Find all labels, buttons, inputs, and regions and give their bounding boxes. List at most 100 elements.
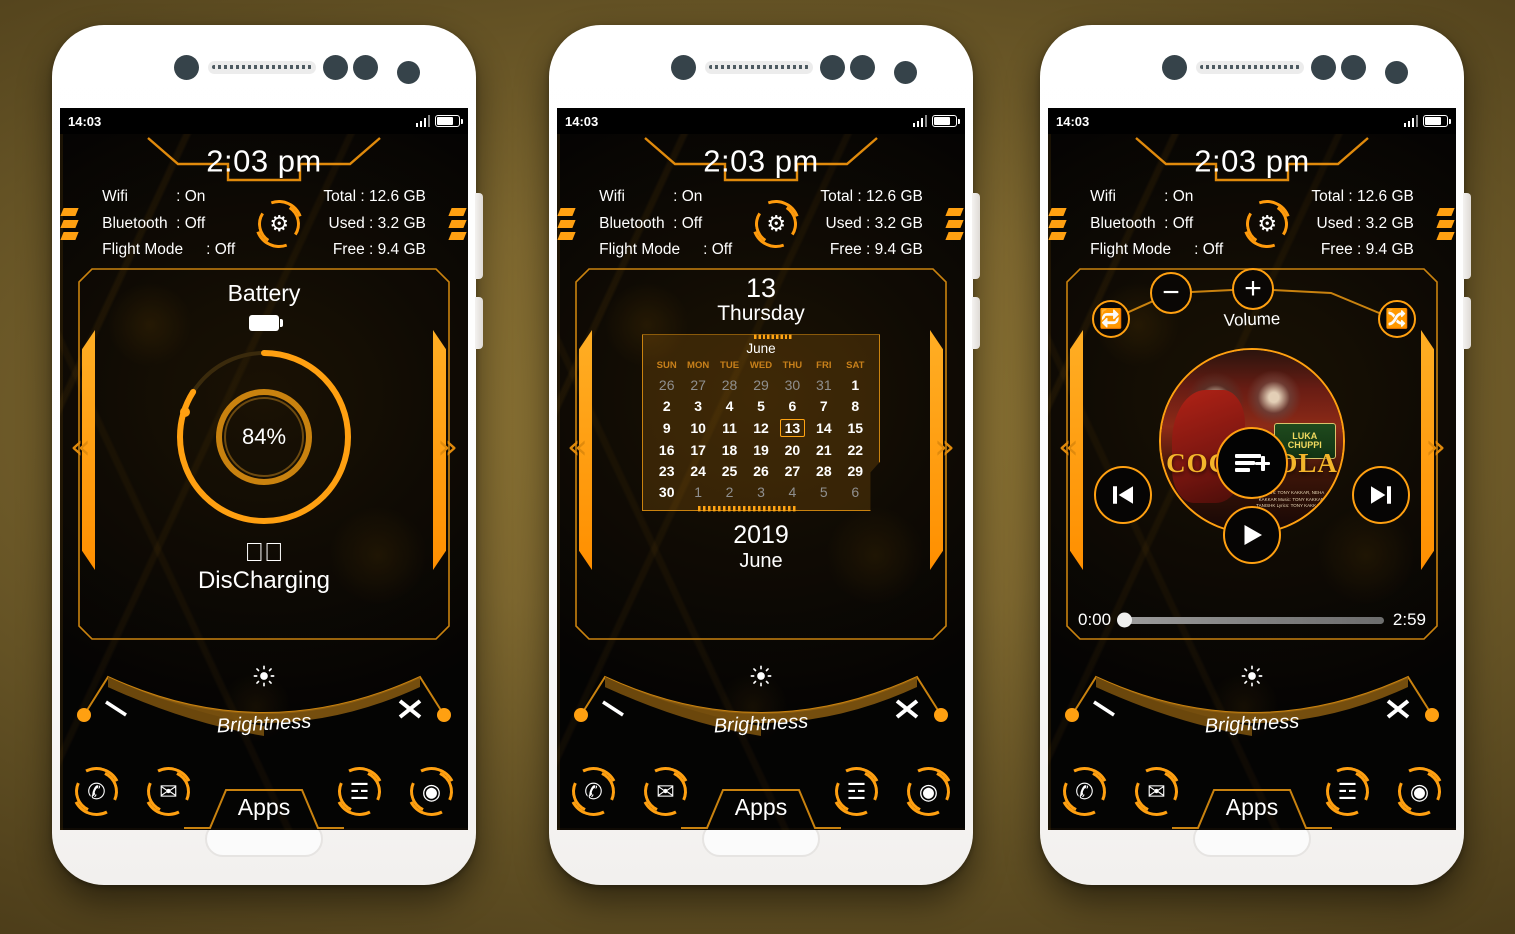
wifi-status[interactable]: Wifi: On xyxy=(599,184,732,211)
brightness-slider-1[interactable]: Brightness xyxy=(70,653,458,763)
calendar-day-cell[interactable]: 18 xyxy=(714,439,745,460)
brightness-slider-3[interactable]: Brightness xyxy=(1058,653,1446,763)
chrome-icon: ◉ xyxy=(421,778,442,804)
battery-gauge: 84% xyxy=(164,337,364,537)
calendar-day-cell[interactable]: 7 xyxy=(808,395,839,416)
playlist-button[interactable] xyxy=(1216,427,1288,499)
flight-mode-status[interactable]: Flight Mode: Off xyxy=(102,237,235,264)
calendar-day-cell[interactable]: 26 xyxy=(651,374,682,395)
calendar-day-cell[interactable]: 27 xyxy=(777,460,808,481)
previous-track-button[interactable] xyxy=(1094,466,1152,524)
calendar-day-cell[interactable]: 12 xyxy=(745,416,776,439)
calendar-grid-box[interactable]: June SUN MON TUE WED THU FRI SAT 26 27 28 29 30 31 1… xyxy=(642,334,880,512)
calendar-day-cell[interactable]: 29 xyxy=(745,374,776,395)
calendar-day-cell[interactable]: 9 xyxy=(651,416,682,439)
calendar-day-cell[interactable]: 4 xyxy=(714,395,745,416)
calendar-day-cell[interactable]: 2 xyxy=(714,481,745,502)
page-next-arrow[interactable]: » xyxy=(437,430,458,464)
calendar-day-cell[interactable]: 14 xyxy=(808,416,839,439)
battery-icon xyxy=(435,115,463,127)
settings-button[interactable]: ⚙ xyxy=(744,192,809,256)
dock-item-browser[interactable]: ◉ xyxy=(400,760,463,823)
repeat-button[interactable]: 🔁 xyxy=(1092,300,1130,338)
calendar-day-cell[interactable]: 21 xyxy=(808,439,839,460)
calendar-day-cell[interactable]: 6 xyxy=(840,481,871,502)
volume-up-hardware-button[interactable] xyxy=(475,193,483,279)
calendar-day-cell[interactable]: 6 xyxy=(777,395,808,416)
settings-button[interactable]: ⚙ xyxy=(1235,192,1300,256)
calendar-day-cell[interactable]: 28 xyxy=(714,374,745,395)
calendar-day-cell[interactable]: 5 xyxy=(745,395,776,416)
calendar-day-cell[interactable]: 5 xyxy=(808,481,839,502)
calendar-day-cell[interactable]: 25 xyxy=(714,460,745,481)
shuffle-button[interactable]: 🔀 xyxy=(1378,300,1416,338)
calendar-teeth-top xyxy=(753,334,792,340)
play-button[interactable] xyxy=(1223,506,1281,564)
settings-button[interactable]: ⚙ xyxy=(247,192,312,256)
seek-bar[interactable] xyxy=(1117,612,1384,628)
wifi-status[interactable]: Wifi: On xyxy=(1090,184,1223,211)
page-prev-arrow[interactable]: « xyxy=(1058,430,1079,464)
bluetooth-status[interactable]: Bluetooth: Off xyxy=(102,211,235,238)
calendar-day-cell[interactable]: 3 xyxy=(682,395,713,416)
dock-item-browser[interactable]: ◉ xyxy=(1388,760,1451,823)
page-next-arrow[interactable]: » xyxy=(1425,430,1446,464)
calendar-day-cell[interactable]: 1 xyxy=(682,481,713,502)
playback-progress[interactable]: 0:00 2:59 xyxy=(1078,610,1426,630)
wifi-status[interactable]: Wifi: On xyxy=(102,184,235,211)
info-row: Wifi: On Bluetooth: Off Flight Mode: Off… xyxy=(60,186,468,262)
calendar-day-cell[interactable]: 23 xyxy=(651,460,682,481)
volume-up-button[interactable]: + xyxy=(1232,268,1274,310)
dock-item-phone[interactable]: ✆ xyxy=(1053,760,1116,823)
volume-down-hardware-button[interactable] xyxy=(972,297,980,349)
dock-item-browser[interactable]: ◉ xyxy=(897,760,960,823)
calendar-day-cell[interactable]: 13 xyxy=(777,416,808,439)
bluetooth-status[interactable]: Bluetooth: Off xyxy=(599,211,732,238)
dock-item-phone[interactable]: ✆ xyxy=(65,760,128,823)
flight-mode-status[interactable]: Flight Mode: Off xyxy=(599,237,732,264)
calendar-day-cell[interactable]: 17 xyxy=(682,439,713,460)
apps-drawer-button[interactable]: Apps xyxy=(681,784,841,830)
flight-mode-status[interactable]: Flight Mode: Off xyxy=(1090,237,1223,264)
calendar-day-cell[interactable]: 27 xyxy=(682,374,713,395)
volume-down-hardware-button[interactable] xyxy=(1463,297,1471,349)
calendar-day-cell[interactable]: 19 xyxy=(745,439,776,460)
front-camera-lens xyxy=(174,55,199,80)
brightness-sun-icon xyxy=(253,665,275,687)
calendar-day-cell[interactable]: 29 xyxy=(840,460,871,481)
volume-up-hardware-button[interactable] xyxy=(972,193,980,279)
volume-down-button[interactable]: − xyxy=(1150,272,1192,314)
calendar-day-cell[interactable]: 1 xyxy=(840,374,871,395)
calendar-day-cell[interactable]: 24 xyxy=(682,460,713,481)
calendar-day-cell[interactable]: 22 xyxy=(840,439,871,460)
calendar-day-cell[interactable]: 26 xyxy=(745,460,776,481)
calendar-day-cell[interactable]: 2 xyxy=(651,395,682,416)
volume-up-hardware-button[interactable] xyxy=(1463,193,1471,279)
calendar-day-cell[interactable]: 15 xyxy=(840,416,871,439)
page-prev-arrow[interactable]: « xyxy=(567,430,588,464)
calendar-day-cell[interactable]: 30 xyxy=(651,481,682,502)
calendar-day-cell[interactable]: 31 xyxy=(808,374,839,395)
bluetooth-status[interactable]: Bluetooth: Off xyxy=(1090,211,1223,238)
brightness-slider-2[interactable]: Brightness xyxy=(567,653,955,763)
calendar-day-cell[interactable]: 11 xyxy=(714,416,745,439)
apps-drawer-button[interactable]: Apps xyxy=(184,784,344,830)
seek-knob[interactable] xyxy=(1117,612,1133,628)
calendar-day-cell[interactable]: 8 xyxy=(840,395,871,416)
page-prev-arrow[interactable]: « xyxy=(70,430,91,464)
calendar-day-cell[interactable]: 30 xyxy=(777,374,808,395)
calendar-day-cell[interactable]: 28 xyxy=(808,460,839,481)
calendar-day-cell[interactable]: 4 xyxy=(777,481,808,502)
calendar-day-cell[interactable]: 20 xyxy=(777,439,808,460)
next-track-button[interactable] xyxy=(1352,466,1410,524)
phone-screen-1: 14:03 2:03 pm Wifi: On Bluetooth: Off Fl… xyxy=(60,108,468,830)
calendar-day-cell[interactable]: 16 xyxy=(651,439,682,460)
calendar-day-cell[interactable]: 10 xyxy=(682,416,713,439)
calendar-day-cell[interactable]: 3 xyxy=(745,481,776,502)
page-next-arrow[interactable]: » xyxy=(934,430,955,464)
dock-item-phone[interactable]: ✆ xyxy=(562,760,625,823)
battery-title: Battery xyxy=(227,280,301,306)
volume-down-hardware-button[interactable] xyxy=(475,297,483,349)
apps-drawer-button[interactable]: Apps xyxy=(1172,784,1332,830)
info-row: Wifi: On Bluetooth: Off Flight Mode: Off… xyxy=(557,186,965,262)
